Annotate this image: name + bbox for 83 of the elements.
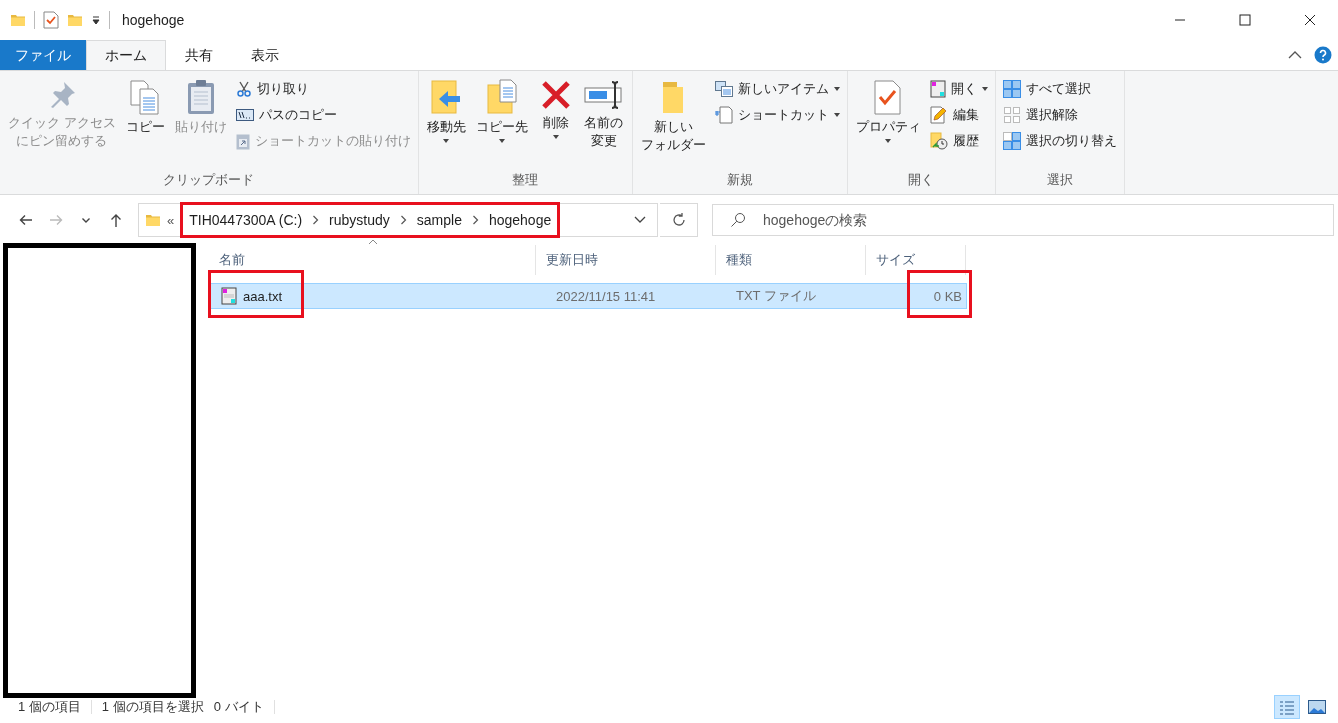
invert-selection-icon: [1002, 132, 1021, 150]
search-field[interactable]: hogehogeの検索: [712, 204, 1334, 236]
ribbon-button[interactable]: ショートカット: [711, 103, 843, 127]
ribbon-button[interactable]: コピー先: [471, 77, 532, 145]
folder-icon: [10, 12, 26, 28]
ribbon-tab[interactable]: 表示: [232, 40, 298, 70]
status-text: 1 個の項目: [18, 698, 81, 716]
ribbon-button[interactable]: 選択の切り替え: [999, 129, 1120, 153]
arrow-icon: [18, 212, 34, 228]
pencil-page-icon: [929, 106, 948, 124]
ribbon-tab[interactable]: ファイル: [0, 40, 86, 70]
folder-arrow-icon: [430, 79, 463, 115]
status-text: 1 個の項目を選択: [101, 698, 204, 716]
ribbon-button[interactable]: 移動先: [422, 77, 470, 145]
help-icon[interactable]: [1314, 46, 1332, 64]
window-title: hogehoge: [122, 12, 185, 28]
ribbon-button[interactable]: 切り取り: [232, 77, 414, 101]
ribbon-button[interactable]: 新しいフォルダー: [636, 77, 710, 156]
folder-clock-icon: [929, 132, 948, 150]
checked-page-icon[interactable]: [43, 11, 59, 29]
select-all-icon: [1002, 80, 1021, 98]
ribbon-button[interactable]: 新しいアイテム: [711, 77, 843, 101]
group-label: 選択: [1045, 171, 1074, 189]
ribbon-button[interactable]: 削除: [533, 77, 578, 141]
group-label: 整理: [511, 171, 540, 189]
group-label: 開く: [907, 171, 936, 189]
cross-icon: [539, 79, 572, 111]
collapse-ribbon-icon[interactable]: [1288, 50, 1302, 60]
clipboard-icon: [235, 132, 250, 150]
details-list-icon: [1279, 699, 1295, 715]
table-cell: 0 KB: [933, 288, 962, 304]
ribbon-tab[interactable]: ホーム: [86, 40, 166, 70]
ribbon-button[interactable]: 編集: [926, 103, 991, 127]
overflow-chevron[interactable]: «: [167, 212, 175, 228]
rename-icon: [583, 79, 624, 111]
table-cell: 2022/11/15 11:41: [556, 288, 656, 304]
chevron-icon: [471, 215, 479, 225]
scissors-icon: [235, 81, 252, 97]
path-icon: [235, 108, 254, 122]
chevron-icon: [399, 215, 407, 225]
notepad-icon: [929, 80, 946, 98]
text-file-icon: [221, 287, 237, 305]
ribbon-button[interactable]: プロパティ: [851, 77, 925, 145]
breadcrumb[interactable]: sample: [416, 212, 462, 228]
refresh-icon: [670, 212, 687, 228]
ribbon-tab[interactable]: 共有: [166, 40, 232, 70]
ribbon-button[interactable]: 開く: [926, 77, 991, 101]
pages-icon: [129, 79, 162, 115]
chevron-down-icon: [634, 216, 646, 224]
ribbon-button[interactable]: すべて選択: [999, 77, 1120, 101]
folder-icon: [145, 212, 161, 228]
caret-icon[interactable]: [91, 15, 101, 25]
ribbon-button[interactable]: コピー: [121, 77, 169, 138]
folder-icon: [67, 12, 83, 28]
shortcut-icon: [714, 106, 733, 124]
close-icon: [1303, 14, 1316, 26]
ribbon-button[interactable]: 選択解除: [999, 103, 1120, 127]
address-bar[interactable]: « TIH0447300A (C:) rubystudy sample hogehoge: [138, 203, 658, 237]
file-row[interactable]: aaa.txt 2022/11/15 11:41 TXT ファイル 0 KB: [209, 283, 967, 309]
refresh-button[interactable]: [660, 203, 698, 237]
table-cell: TXT ファイル: [736, 287, 816, 305]
breadcrumb[interactable]: TIH0447300A (C:): [189, 212, 303, 228]
ribbon-button[interactable]: 名前の変更: [579, 77, 628, 152]
group-label: 新規: [725, 171, 754, 189]
column-header[interactable]: サイズ: [866, 245, 966, 275]
breadcrumb[interactable]: hogehoge: [488, 212, 552, 228]
search-icon: [730, 212, 746, 228]
folder-page-icon: [485, 79, 518, 115]
breadcrumb[interactable]: rubystudy: [329, 212, 390, 228]
ribbon-button[interactable]: パスのコピー: [232, 103, 414, 127]
ribbon-button[interactable]: 履歴: [926, 129, 991, 153]
landscape-icon: [1308, 700, 1326, 714]
arrow-icon: [48, 212, 64, 228]
new-item-icon: [714, 81, 733, 97]
column-header[interactable]: 更新日時: [536, 245, 716, 275]
column-header[interactable]: 種類: [716, 245, 866, 275]
chevron-icon: [312, 215, 320, 225]
column-header[interactable]: 名前: [209, 245, 536, 275]
select-none-icon: [1002, 106, 1021, 124]
file-name: aaa.txt: [243, 288, 283, 304]
maximize-icon: [1238, 14, 1251, 26]
status-text: 0 バイト: [213, 698, 264, 716]
group-label: クリップボード: [162, 171, 256, 189]
